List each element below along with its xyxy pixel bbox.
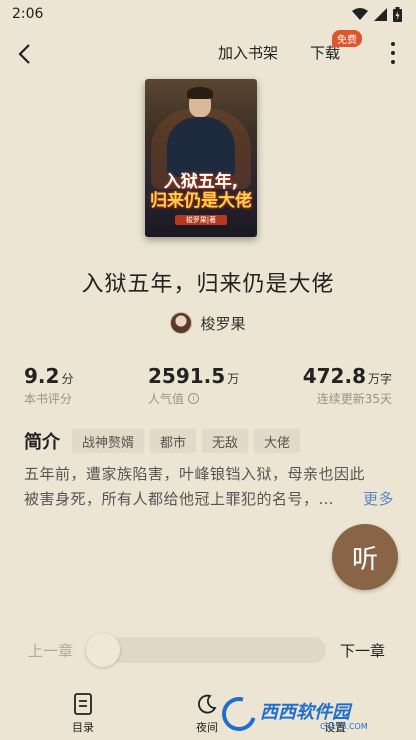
- watermark-logo-icon: [215, 690, 263, 738]
- free-badge: 免费: [332, 30, 362, 47]
- signal-icon: [374, 7, 387, 21]
- prev-chapter-button[interactable]: 上一章: [28, 640, 73, 661]
- chevron-left-icon: [18, 44, 30, 64]
- status-bar: 2:06: [0, 0, 416, 28]
- update-label: 连续更新35天: [316, 392, 392, 406]
- nav-toc-label: 目录: [72, 721, 94, 734]
- cover-figure-body: [167, 117, 235, 177]
- cover-title: 入狱五年, 归来仍是大佬: [145, 173, 257, 211]
- more-dot-icon: [391, 50, 395, 55]
- rating-label: 本书评分: [24, 392, 73, 406]
- word-count-stat: 472.8 万字 连续更新35天: [303, 364, 392, 407]
- popularity-label-row: 人气值 i: [148, 390, 239, 407]
- rating-unit: 分: [61, 372, 74, 386]
- book-cover[interactable]: 入狱五年, 归来仍是大佬 梭罗果|著: [145, 79, 257, 237]
- popularity-value: 2591.5: [148, 364, 226, 388]
- chapter-progress-slider[interactable]: [86, 637, 326, 663]
- book-summary[interactable]: 五年前，遭家族陷害，叶峰锒铛入狱，母亲也因此 被害身死，所有人都给他冠上罪犯的名…: [24, 462, 394, 512]
- cover-figure-hair: [187, 87, 213, 99]
- intro-label: 简介: [24, 432, 60, 453]
- watermark-brand: 西西软件园: [260, 701, 350, 723]
- rating-value: 9.2: [24, 364, 60, 388]
- chapter-slider-handle[interactable]: [86, 633, 120, 667]
- popularity-unit: 万: [227, 372, 240, 386]
- status-time: 2:06: [12, 6, 44, 22]
- book-title: 入狱五年，归来仍是大佬: [81, 272, 335, 297]
- more-link[interactable]: 更多: [358, 487, 394, 512]
- tag-item[interactable]: 大佬: [254, 429, 301, 453]
- cover-title-line2: 归来仍是大佬: [150, 191, 252, 211]
- cover-author-tag: 梭罗果|著: [175, 215, 227, 225]
- popularity-stat: 2591.5 万 人气值 i: [148, 364, 239, 407]
- info-icon[interactable]: i: [188, 393, 200, 404]
- rating-stat: 9.2 分 本书评分: [24, 364, 73, 407]
- wifi-icon: [352, 7, 368, 21]
- watermark-url: CR173.COM: [320, 721, 368, 731]
- tag-item[interactable]: 无敌: [202, 429, 249, 453]
- chapter-navigation: 上一章 下一章: [0, 632, 416, 668]
- back-button[interactable]: [14, 42, 38, 66]
- status-icons: [352, 6, 402, 22]
- book-stats: 9.2 分 本书评分 2591.5 万 人气值 i 472.8 万字 连续更新35天: [0, 364, 416, 408]
- more-dot-icon: [391, 59, 395, 64]
- summary-line1: 五年前，遭家族陷害，叶峰锒铛入狱，母亲也因此: [24, 465, 366, 483]
- listen-button[interactable]: 听: [332, 524, 398, 590]
- nav-toc[interactable]: 目录: [58, 692, 108, 735]
- popularity-label: 人气值: [148, 392, 185, 406]
- watermark-text: 西西软件园 CR173.COM: [260, 698, 368, 731]
- intro-row: 简介 战神赘婿 都市 无敌 大佬: [24, 428, 394, 454]
- author-row[interactable]: 梭罗果: [0, 312, 416, 334]
- word-count-value: 472.8: [302, 364, 366, 388]
- top-bar: 加入书架 下载 免费: [0, 30, 416, 74]
- battery-icon: [393, 6, 402, 22]
- cover-title-line1: 入狱五年,: [163, 172, 239, 192]
- more-dot-icon: [391, 42, 395, 47]
- author-avatar: [170, 312, 193, 334]
- more-options-button[interactable]: [388, 40, 398, 66]
- word-count-unit: 万字: [367, 372, 392, 386]
- author-name[interactable]: 梭罗果: [200, 313, 245, 334]
- tag-item[interactable]: 都市: [150, 429, 197, 453]
- next-chapter-button[interactable]: 下一章: [340, 640, 385, 661]
- summary-line2: 被害身死，所有人都给他冠上罪犯的名号，…: [24, 490, 335, 508]
- add-to-shelf-button[interactable]: 加入书架: [218, 42, 278, 63]
- toc-icon: [58, 692, 108, 716]
- watermark: 西西软件园 CR173.COM: [215, 690, 402, 738]
- tag-item[interactable]: 战神赘婿: [72, 429, 145, 453]
